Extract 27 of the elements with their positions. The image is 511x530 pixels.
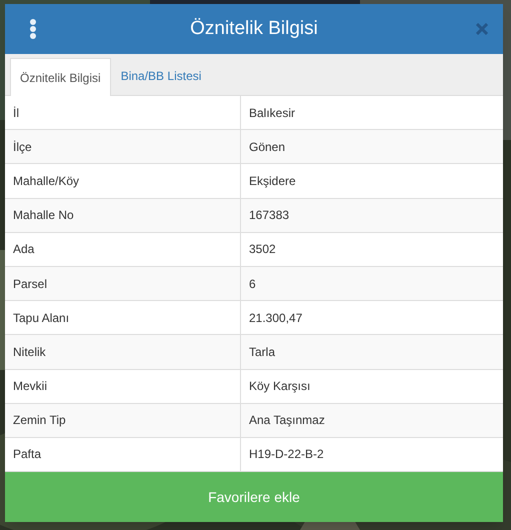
dialog-title: Öznitelik Bilgisi [190,16,318,41]
table-cell-text: Ekşidere [248,172,297,190]
table-cell: Nitelik [5,335,241,368]
add-favorites-button[interactable]: Favorilere ekle [5,472,503,522]
table-cell: Tapu Alanı [5,301,241,334]
table-cell: Zemin Tip [5,404,241,437]
table-cell: Parsel [5,266,241,300]
tab[interactable]: Bina/BB Listesi [110,57,212,95]
table-cell: Mahalle No [5,198,241,232]
table-cell-text: Gönen [248,138,286,156]
table-cell-text: Tarla [248,344,276,361]
table-cell-text: Balıkesir [248,104,296,122]
table-cell: Ada [5,232,241,266]
table-cell-text: 167383 [248,207,290,224]
table-cell-text: 6 [248,276,257,293]
table-cell-text: Köy Karşısı [248,378,312,396]
tab[interactable]: Öznitelik Bilgisi [10,58,111,96]
table-cell: Pafta [5,438,241,472]
table-cell-text: 21.300,47 [248,310,304,327]
table-cell-text: H19-D-22-B-2 [248,446,325,464]
table-cell: İl [5,96,241,130]
table-cell: İlçe [5,130,241,164]
table-cell: Mahalle/Köy [5,164,241,198]
table-cell-text: Ana Taşınmaz [248,412,326,430]
menu-icon[interactable] [29,19,37,39]
table-cell-text: 3502 [248,241,277,258]
table-cell: Mevkii [5,370,241,403]
